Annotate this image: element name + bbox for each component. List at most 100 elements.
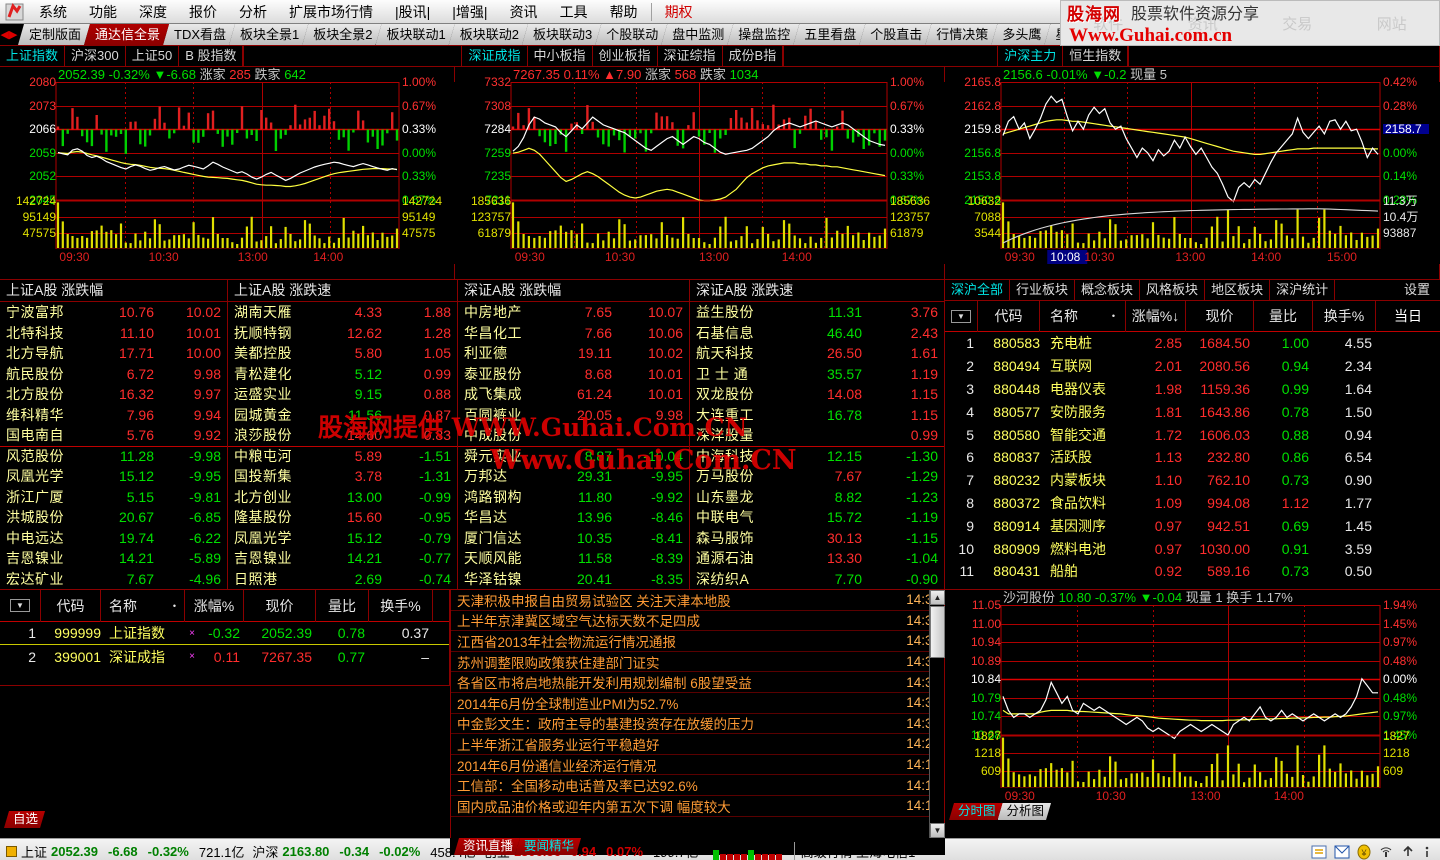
list-item[interactable]: 航民股份 6.72 9.98 — [0, 364, 227, 385]
menu-item-4[interactable]: 分析 — [228, 0, 278, 24]
table-row[interactable]: 5 880580 智能交通 1.72 1606.03 0.88 0.94 — [945, 423, 1440, 446]
list-item[interactable]: 浪莎股份 14.60 0.83 — [228, 425, 457, 446]
news-item[interactable]: 天津积极申报自由贸易试验区 关注天津本地股 14:36 — [451, 590, 944, 611]
list-item[interactable]: 万马股份 7.67 -1.29 — [690, 466, 944, 487]
index-tab-group2-4[interactable]: 成份B指 — [723, 46, 784, 67]
stock-list-2[interactable]: 深证A股 涨跌幅 中房地产 7.65 10.07 华昌化工 7.66 10.06 利亚德 19.… — [458, 280, 690, 590]
list-item[interactable]: 石基信息 46.40 2.43 — [690, 323, 944, 344]
news-list[interactable]: 天津积极申报自由贸易试验区 关注天津本地股 14:36 上半年京津冀区域空气达标天数… — [450, 590, 945, 838]
news-item[interactable]: 江西省2013年社会物流运行情况通报 14:34 — [451, 631, 944, 652]
list-item[interactable]: 中粮屯河 5.89 -1.51 — [228, 445, 457, 467]
list-item[interactable]: 国投新集 3.78 -1.31 — [228, 466, 457, 487]
layout-tab-12[interactable]: 个股直击 — [859, 24, 931, 45]
list-item[interactable]: 舜元实业 8.87 -10.04 — [458, 445, 689, 467]
stock-list-0[interactable]: 上证A股 涨跌幅 宁波富邦 10.76 10.02 北特科技 11.10 10.01 北方导航… — [0, 280, 228, 590]
list-item[interactable]: 万邦达 29.31 -9.95 — [458, 466, 689, 487]
chart-plot-shahe[interactable]: 09:30 10:30 13:00 14:00 11.05 11.00 10.94 10.89… — [945, 599, 1440, 803]
list-item[interactable]: 双龙股份 14.08 1.15 — [690, 384, 944, 405]
sector-settings-button[interactable]: 设置 — [1394, 280, 1440, 300]
menu-item-6[interactable]: |股讯| — [384, 0, 441, 24]
layout-tab-4[interactable]: 板块全景2 — [302, 24, 381, 45]
news-item[interactable]: 中金彭文生：政府主导的基建投资存在放缓的压力 14:31 — [451, 714, 944, 735]
tab-nav-arrows-icon[interactable]: ◀▶ — [0, 24, 18, 45]
list-item[interactable]: 厦门信达 10.35 -8.41 — [458, 528, 689, 549]
chart-tab-0[interactable]: 分时图 — [949, 803, 1003, 820]
col-header-name[interactable]: 名称 • — [1040, 300, 1126, 332]
index-tab-group1-3[interactable]: B 股指数 — [179, 46, 244, 67]
layout-tab-1[interactable]: 通达信全景 — [84, 24, 169, 45]
index-tab-group2-0[interactable]: 深证成指 — [462, 46, 528, 67]
list-item[interactable]: 华昌化工 7.66 10.06 — [458, 323, 689, 344]
list-item[interactable]: 吉恩镍业 14.21 -0.77 — [228, 548, 457, 569]
layout-tab-3[interactable]: 板块全景1 — [229, 24, 308, 45]
layout-tab-13[interactable]: 行情决策 — [925, 24, 997, 45]
layout-tab-14[interactable]: 多头鹰 — [991, 24, 1050, 45]
col-header-turnover[interactable]: 换手% — [1313, 300, 1376, 332]
list-item[interactable]: 中房地产 7.65 10.07 — [458, 302, 689, 323]
list-item[interactable]: 通源石油 13.30 -1.04 — [690, 548, 944, 569]
list-item[interactable]: 国电南自 5.76 9.92 — [0, 425, 227, 446]
list-item[interactable]: 卫 士 通 35.57 1.19 — [690, 364, 944, 385]
stock-list-1[interactable]: 上证A股 涨跌速 湖南天雁 4.33 1.88 抚顺特钢 12.62 1.28 美都控股 5.8… — [228, 280, 458, 590]
mini-col-turnover[interactable]: 换手% — [369, 589, 433, 622]
sector-tab-2[interactable]: 概念板块 — [1075, 280, 1141, 300]
chart-plot-main-force[interactable]: 09:30 10:08 10:30 13:00 14:00 15:00 2165.8 2162… — [945, 76, 1440, 264]
list-item[interactable]: 凤凰光学 15.12 -9.95 — [0, 466, 227, 487]
list-item[interactable]: 中联电气 15.72 -1.19 — [690, 507, 944, 528]
list-item[interactable]: 凤凰光学 15.12 -0.79 — [228, 528, 457, 549]
list-item[interactable]: 维科精华 7.96 9.94 — [0, 405, 227, 426]
list-item[interactable]: 成飞集成 61.24 10.01 — [458, 384, 689, 405]
list-item[interactable]: 宏达矿业 7.67 -4.96 — [0, 569, 227, 590]
list-item[interactable]: 宁波富邦 10.76 10.02 — [0, 302, 227, 323]
col-header-volratio[interactable]: 量比 — [1254, 300, 1313, 332]
table-row[interactable]: 2 880494 互联网 2.01 2080.56 0.94 2.34 — [945, 355, 1440, 378]
list-item[interactable]: 鸿路钢构 11.80 -9.92 — [458, 487, 689, 508]
col-header-pct[interactable]: 涨幅%↓ — [1126, 300, 1186, 332]
list-item[interactable]: 泰亚股份 8.68 10.01 — [458, 364, 689, 385]
list-item[interactable]: 深洋股量 0.99 — [690, 425, 944, 446]
news-tab-0[interactable]: 资讯直播 — [454, 838, 520, 855]
chart-tab-1[interactable]: 分析图 — [998, 803, 1052, 820]
news-item[interactable]: 国内成品油价格或迎年内第五次下调 幅度较大 14:12 — [451, 796, 944, 817]
list-item[interactable]: 中电远达 19.74 -6.22 — [0, 528, 227, 549]
list-item[interactable]: 风范股份 11.28 -9.98 — [0, 445, 227, 467]
list-item[interactable]: 华泽钴镍 20.41 -8.35 — [458, 569, 689, 590]
menu-item-8[interactable]: 资讯 — [499, 0, 549, 24]
layout-tab-0[interactable]: 定制版面 — [18, 24, 90, 45]
layout-tab-6[interactable]: 板块联动2 — [449, 24, 528, 45]
table-row[interactable]: 11 880431 船舶 0.92 589.16 0.73 0.50 — [945, 560, 1440, 583]
chart-panel-main-force[interactable]: 2156.6 -0.01% ▼-0.2 现量 5 09:30 10:08 10:30… — [945, 67, 1440, 280]
list-item[interactable]: 深纺织A 7.70 -0.90 — [690, 569, 944, 590]
layout-tab-2[interactable]: TDX看盘 — [163, 24, 235, 45]
chart-plot-shenzhen[interactable]: 09:30 10:30 13:00 14:00 7332 7308 7284 7259 7235… — [455, 76, 945, 264]
news-scrollbar[interactable]: ▲ ▼ — [929, 590, 945, 838]
news-item[interactable]: 2014年6月份通信业经济运行情况 14:16 — [451, 755, 944, 776]
layout-tab-10[interactable]: 操盘监控 — [727, 24, 799, 45]
list-item[interactable]: 园城黄金 11.56 0.87 — [228, 405, 457, 426]
sort-dropdown-icon[interactable]: ▼ — [951, 309, 971, 323]
list-item[interactable]: 利亚德 19.11 10.02 — [458, 343, 689, 364]
list-item[interactable]: 天顺风能 11.58 -8.39 — [458, 548, 689, 569]
news-item[interactable]: 工信部：全国移动电话普及率已达92.6% 14:12 — [451, 775, 944, 796]
sector-tab-4[interactable]: 地区板块 — [1205, 280, 1271, 300]
list-item[interactable]: 北特科技 11.10 10.01 — [0, 323, 227, 344]
table-row[interactable]: 6 880837 活跃股 1.13 232.80 0.86 6.54 — [945, 446, 1440, 469]
index-tab-group2-3[interactable]: 深证综指 — [658, 46, 723, 67]
list-item[interactable]: 山东墨龙 8.82 -1.23 — [690, 487, 944, 508]
list-item[interactable]: 大连重工 16.78 1.15 — [690, 405, 944, 426]
index-tab-group1-0[interactable]: 上证指数 — [0, 46, 66, 67]
list-item[interactable]: 青松建化 5.12 0.99 — [228, 364, 457, 385]
mini-sort-dropdown-icon[interactable]: ▼ — [10, 599, 30, 612]
list-item[interactable]: 北方导航 17.71 10.00 — [0, 343, 227, 364]
news-tab-1[interactable]: 要闻精华 — [515, 838, 581, 855]
list-item[interactable]: 日照港 2.69 -0.74 — [228, 569, 457, 590]
menu-item-5[interactable]: 扩展市场行情 — [278, 0, 384, 24]
list-item[interactable]: 华昌达 13.96 -8.46 — [458, 507, 689, 528]
table-row[interactable]: 10 880909 燃料电池 0.97 1030.00 0.91 3.59 — [945, 537, 1440, 560]
list-item[interactable]: 益生股份 11.31 3.76 — [690, 302, 944, 323]
menu-item-7[interactable]: |增强| — [441, 0, 498, 24]
list-item[interactable]: 航天科技 26.50 1.61 — [690, 343, 944, 364]
col-header-price[interactable]: 现价 — [1186, 300, 1254, 332]
mini-col-volratio[interactable]: 量比 — [316, 589, 369, 622]
index-tab-group2-1[interactable]: 中小板指 — [528, 46, 593, 67]
